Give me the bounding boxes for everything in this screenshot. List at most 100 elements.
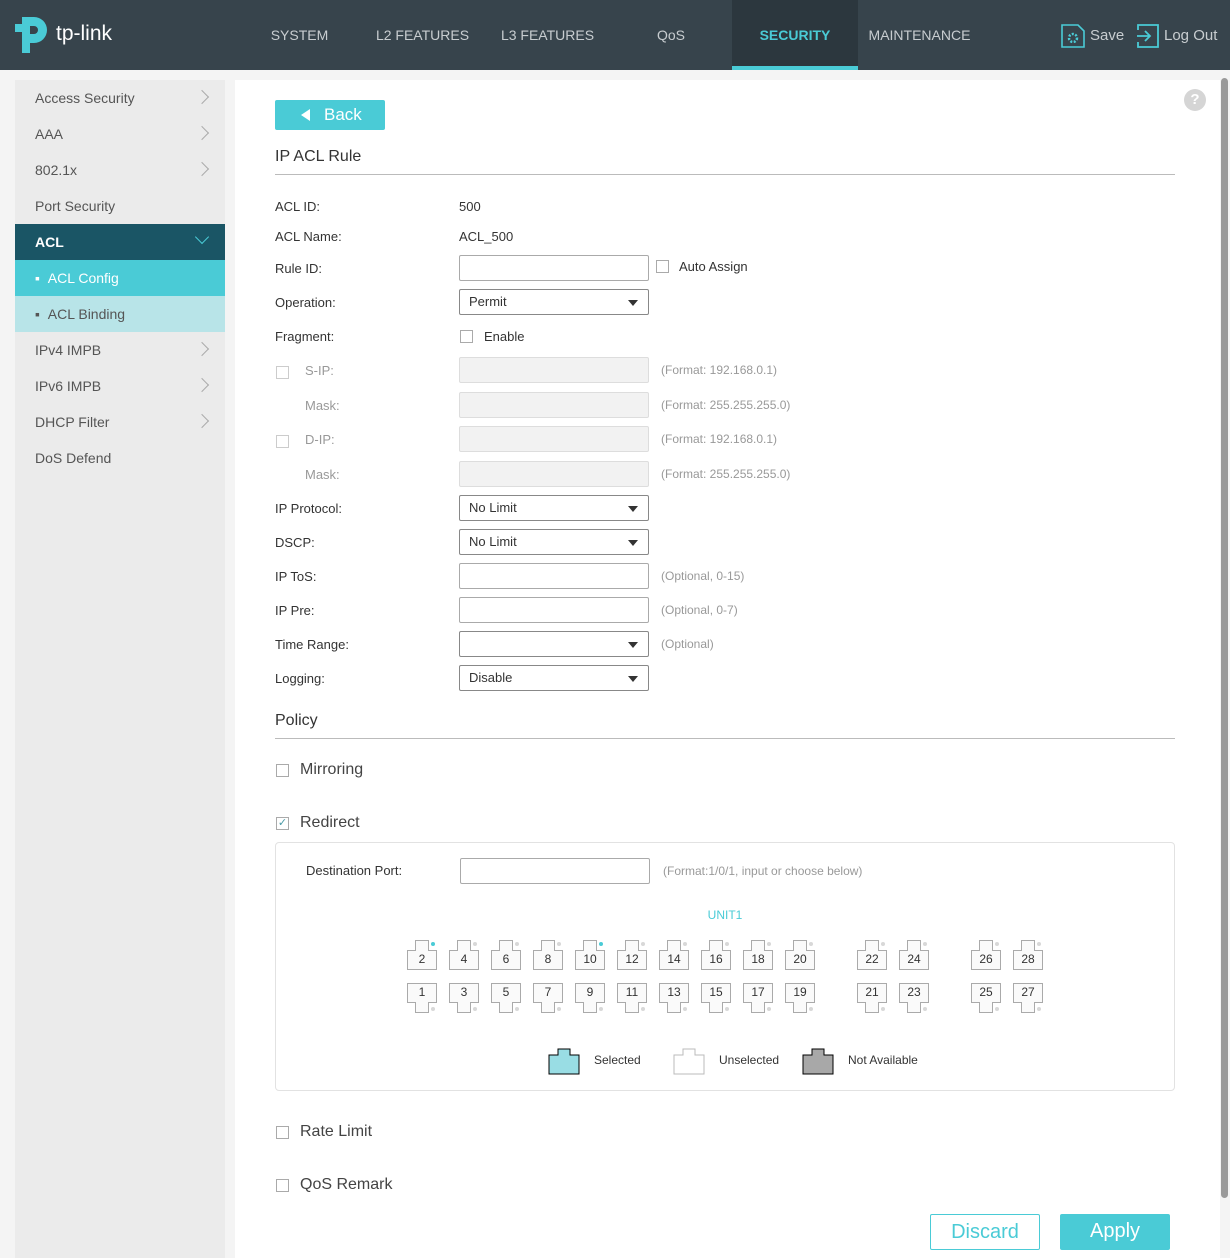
redirect-checkbox[interactable]: ✓ [276,817,289,830]
port-4[interactable]: 4 [449,940,479,970]
nav-l3-features[interactable]: L3 FEATURES [495,0,600,70]
logout-button[interactable]: Log Out [1136,23,1217,52]
sidebar-item-port-security[interactable]: Port Security [15,188,225,224]
chevron-right-icon [194,89,210,105]
apply-button[interactable]: Apply [1060,1214,1170,1250]
port-20[interactable]: 20 [785,940,815,970]
dmask-input[interactable] [459,461,649,487]
sidebar-item-label: ACL [35,234,64,250]
port-10[interactable]: 10 [575,940,605,970]
nav-qos[interactable]: QoS [630,0,712,70]
port-7[interactable]: 7 [533,983,563,1013]
sidebar-item-acl-config[interactable]: ▪ ACL Config [15,260,225,296]
sidebar-item-access-security[interactable]: Access Security [15,80,225,116]
ip-protocol-value: No Limit [469,500,517,515]
smask-input[interactable] [459,392,649,418]
port-number: 19 [793,985,807,999]
port-17[interactable]: 17 [743,983,773,1013]
dip-checkbox[interactable] [276,435,289,448]
back-button[interactable]: Back [275,100,385,130]
port-21[interactable]: 21 [857,983,887,1013]
operation-label: Operation: [275,295,336,310]
sip-checkbox[interactable] [276,366,289,379]
port-3[interactable]: 3 [449,983,479,1013]
fragment-enable-checkbox[interactable] [460,330,473,343]
dip-input[interactable] [459,426,649,452]
port-12[interactable]: 12 [617,940,647,970]
ip-protocol-label: IP Protocol: [275,501,342,516]
nav-system[interactable]: SYSTEM [252,0,347,70]
port-24[interactable]: 24 [899,940,929,970]
mirroring-checkbox[interactable] [276,764,289,777]
port-number: 12 [625,952,639,966]
dscp-label: DSCP: [275,535,315,550]
nav-maintenance[interactable]: MAINTENANCE [862,0,977,70]
rule-id-input[interactable] [459,255,649,281]
chevron-right-icon [194,377,210,393]
qos-remark-label: QoS Remark [300,1176,393,1193]
destination-port-input[interactable] [460,858,650,884]
port-number: 4 [460,952,468,966]
sidebar-item-aaa[interactable]: AAA [15,116,225,152]
help-icon[interactable]: ? [1184,89,1206,111]
port-13[interactable]: 13 [659,983,689,1013]
qos-remark-checkbox[interactable] [276,1179,289,1192]
back-arrow-icon [301,109,310,121]
dropdown-arrow-icon [628,506,638,512]
port-8[interactable]: 8 [533,940,563,970]
port-27[interactable]: 27 [1013,983,1043,1013]
operation-select[interactable]: Permit [459,289,649,315]
port-15[interactable]: 15 [701,983,731,1013]
port-6[interactable]: 6 [491,940,521,970]
dropdown-arrow-icon [628,300,638,306]
sidebar-item-8021x[interactable]: 802.1x [15,152,225,188]
sidebar-item-ipv4-impb[interactable]: IPv4 IMPB [15,332,225,368]
sidebar-item-acl-binding[interactable]: ▪ ACL Binding [15,296,225,332]
sidebar-item-dos-defend[interactable]: DoS Defend [15,440,225,476]
nav-security[interactable]: SECURITY [732,0,858,70]
sidebar-item-ipv6-impb[interactable]: IPv6 IMPB [15,368,225,404]
discard-button[interactable]: Discard [930,1214,1040,1250]
port-number: 1 [418,985,426,999]
port-25[interactable]: 25 [971,983,1001,1013]
chevron-right-icon [194,125,210,141]
port-22[interactable]: 22 [857,940,887,970]
sidebar-item-dhcp-filter[interactable]: DHCP Filter [15,404,225,440]
ip-protocol-select[interactable]: No Limit [459,495,649,521]
port-9[interactable]: 9 [575,983,605,1013]
tp-link-logo[interactable] [14,15,54,58]
dscp-select[interactable]: No Limit [459,529,649,555]
port-26[interactable]: 26 [971,940,1001,970]
sip-input[interactable] [459,357,649,383]
port-number: 22 [865,952,879,966]
back-label: Back [324,105,362,124]
scrollbar[interactable] [1221,78,1228,1198]
port-number: 11 [625,985,639,999]
port-28[interactable]: 28 [1013,940,1043,970]
save-button[interactable]: Save [1060,23,1124,52]
auto-assign-checkbox[interactable] [656,260,669,273]
time-range-select[interactable] [459,631,649,657]
dscp-value: No Limit [469,534,517,549]
port-19[interactable]: 19 [785,983,815,1013]
port-number: 5 [502,985,510,999]
nav-l2-features[interactable]: L2 FEATURES [370,0,475,70]
sidebar-item-acl[interactable]: ACL [15,224,225,260]
ip-pre-label: IP Pre: [275,603,315,618]
time-range-label: Time Range: [275,637,349,652]
legend-unselected: Unselected [719,1053,780,1067]
ip-pre-input[interactable] [459,597,649,623]
destination-port-hint: (Format:1/0/1, input or choose below) [663,864,863,878]
logging-select[interactable]: Disable [459,665,649,691]
port-23[interactable]: 23 [899,983,929,1013]
ip-tos-input[interactable] [459,563,649,589]
port-18[interactable]: 18 [743,940,773,970]
port-16[interactable]: 16 [701,940,731,970]
port-5[interactable]: 5 [491,983,521,1013]
port-2[interactable]: 2 [407,940,437,970]
rate-limit-checkbox[interactable] [276,1126,289,1139]
port-number: 21 [865,985,879,999]
port-14[interactable]: 14 [659,940,689,970]
port-11[interactable]: 11 [617,983,647,1013]
port-1[interactable]: 1 [407,983,437,1013]
